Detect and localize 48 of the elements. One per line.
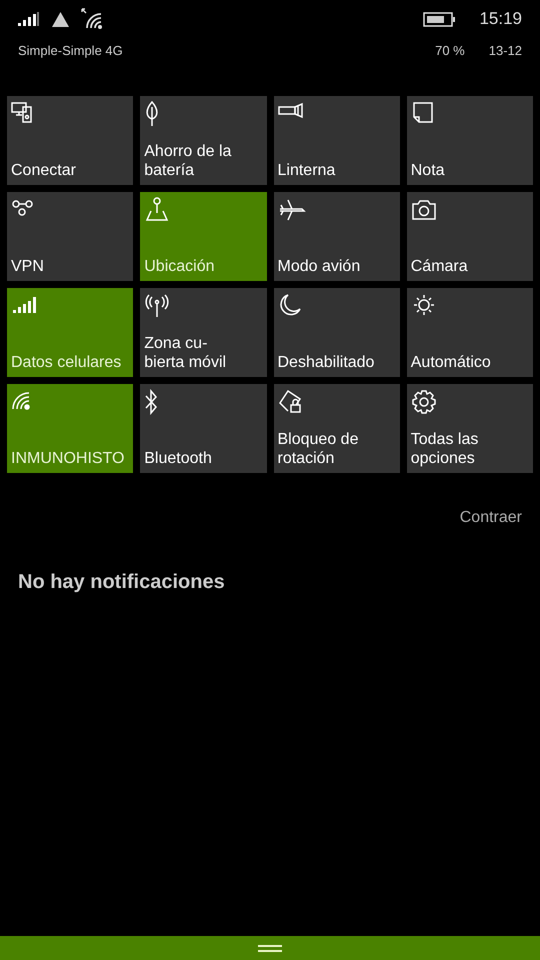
tile-label: INMUNOHISTO: [11, 449, 126, 468]
wifi-icon: [81, 8, 105, 30]
quick-action-tile[interactable]: Ubicación: [140, 192, 266, 281]
quick-action-tile[interactable]: Bluetooth: [140, 384, 266, 473]
quick-action-tile[interactable]: Automático: [406, 288, 533, 377]
quick-action-tile[interactable]: Conectar: [7, 96, 134, 185]
tile-label: Linterna: [278, 161, 336, 180]
carrier-name: Simple-Simple 4G: [18, 43, 123, 58]
quick-action-tile[interactable]: Bloqueo de rotación: [274, 384, 400, 473]
date-text: 13-12: [488, 43, 522, 58]
tile-label: VPN: [11, 257, 45, 276]
tile-label: Zona cu- bierta móvil: [144, 334, 228, 372]
quick-action-tile[interactable]: Todas las opciones: [406, 384, 533, 473]
quick-action-tile[interactable]: Deshabilitado: [274, 288, 400, 377]
quick-action-tile[interactable]: Datos celulares: [7, 288, 134, 377]
tile-label: Conectar: [11, 161, 77, 180]
bluetooth-icon: [144, 389, 158, 415]
triangle-icon: [52, 12, 69, 26]
tile-label: Ubicación: [144, 257, 216, 276]
clock-time: 15:19: [479, 9, 522, 29]
quick-action-tile[interactable]: INMUNOHISTO: [7, 384, 134, 473]
tile-label: Todas las opciones: [410, 430, 480, 468]
tile-label: Datos celulares: [11, 353, 122, 372]
airplane-icon: [278, 197, 306, 223]
tile-label: Automático: [410, 353, 492, 372]
quick-action-tile[interactable]: VPN: [7, 192, 134, 281]
signal-icon: [18, 12, 40, 26]
quick-action-tile[interactable]: Modo avión: [274, 192, 400, 281]
collapse-link[interactable]: Contraer: [460, 509, 522, 527]
quick-action-tile[interactable]: Nota: [406, 96, 533, 185]
quick-action-tile[interactable]: Cámara: [406, 192, 533, 281]
quick-action-tile[interactable]: Ahorro de la batería: [140, 96, 266, 185]
bottom-handle-bar[interactable]: [0, 936, 540, 960]
tile-label: Cámara: [410, 257, 469, 276]
tile-label: Bluetooth: [144, 449, 213, 468]
battery-percent: 70 %: [435, 43, 465, 58]
handle-icon: [258, 944, 282, 952]
battery-icon: [423, 12, 456, 26]
leaf-icon: [144, 101, 160, 127]
tile-label: Deshabilitado: [278, 353, 376, 372]
empty-notifications-message: No hay notificaciones: [18, 571, 225, 594]
quick-action-tile[interactable]: Zona cu- bierta móvil: [140, 288, 266, 377]
tile-label: Nota: [410, 161, 446, 180]
tile-label: Ahorro de la batería: [144, 142, 232, 180]
tile-label: Modo avión: [278, 257, 362, 276]
quick-action-tile[interactable]: Linterna: [274, 96, 400, 185]
tile-label: Bloqueo de rotación: [278, 430, 360, 468]
settings-icon: [410, 389, 439, 415]
